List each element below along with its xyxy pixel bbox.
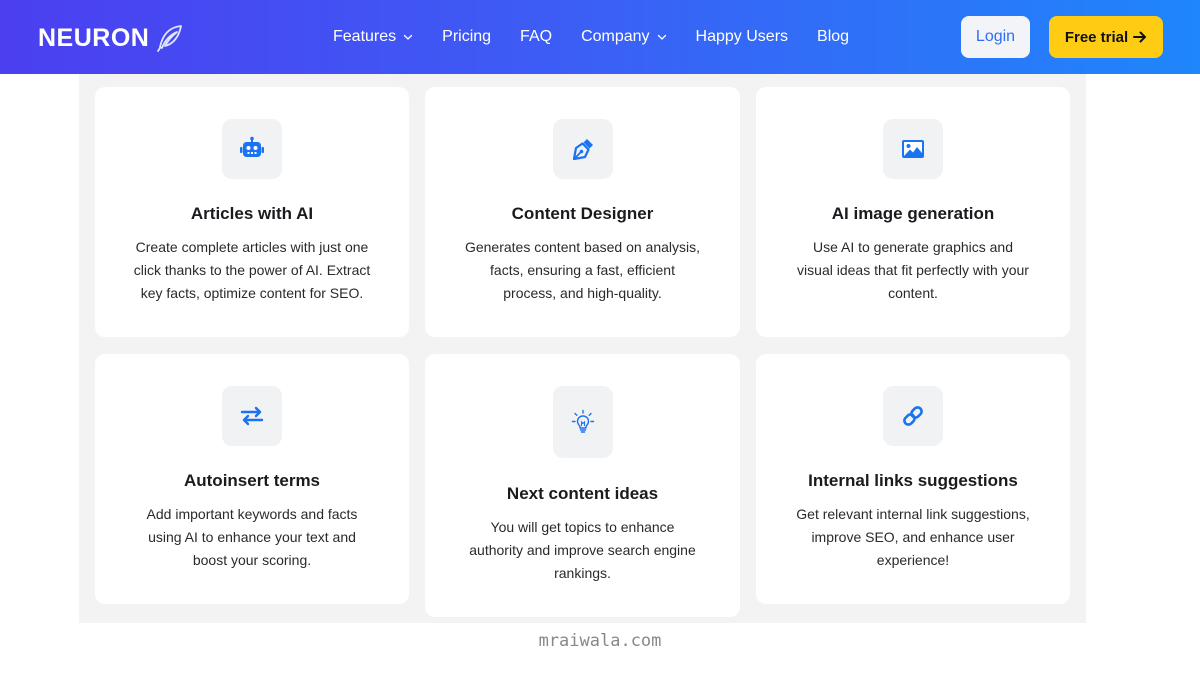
robot-icon: [240, 136, 264, 157]
feature-description: Generates content based on analysis, fac…: [447, 236, 718, 305]
feature-card-articles-with-ai: Articles with AI Create complete article…: [95, 87, 409, 337]
page: NEURON Features Pricing FAQ Company Happ…: [0, 0, 1200, 675]
logo[interactable]: NEURON: [38, 22, 185, 54]
feature-title: Content Designer: [511, 204, 654, 223]
feature-icon-box: [883, 386, 943, 446]
description-line: key facts, optimize content for SEO.: [140, 285, 364, 301]
nav-happy-users-label: Happy Users: [695, 28, 789, 45]
image-icon: [902, 140, 924, 158]
description-line: content.: [888, 285, 938, 301]
logo-text: NEURON: [38, 23, 150, 52]
description-line: Add important keywords and facts: [146, 506, 358, 522]
watermark: mraiwala.com: [538, 631, 662, 651]
description-line: improve SEO, and enhance user: [811, 529, 1015, 545]
feature-icon-box: [222, 119, 282, 179]
feature-title: Internal links suggestions: [808, 471, 1018, 490]
login-button[interactable]: Login: [961, 16, 1030, 58]
description-line: Use AI to generate graphics and: [812, 239, 1014, 255]
feature-title: Next content ideas: [506, 484, 659, 503]
description-line: boost your scoring.: [192, 552, 312, 568]
nav-company[interactable]: Company: [581, 28, 666, 46]
swap-arrows-icon: [240, 406, 264, 426]
description-line: facts, ensuring a fast, efficient: [490, 262, 675, 278]
description-line: You will get topics to enhance: [490, 519, 675, 535]
feature-description: You will get topics to enhance authority…: [447, 516, 718, 585]
pen-nib-icon: [572, 139, 593, 161]
nav-pricing-label: Pricing: [442, 28, 492, 45]
nav-pricing[interactable]: Pricing: [442, 28, 491, 46]
description-line: experience!: [876, 552, 950, 568]
main-nav: Features Pricing FAQ Company Happy Users…: [333, 0, 878, 74]
arrow-right-icon: [1133, 31, 1147, 43]
feather-icon: [157, 25, 183, 52]
nav-faq[interactable]: FAQ: [520, 28, 552, 46]
description-line: click thanks to the power of AI. Extract: [133, 262, 371, 278]
lightbulb-icon: [571, 409, 594, 433]
feature-description: Add important keywords and facts using A…: [117, 503, 387, 572]
feature-card-ai-image-generation: AI image generation Use AI to generate g…: [756, 87, 1070, 337]
nav-blog[interactable]: Blog: [817, 28, 849, 46]
nav-company-label: Company: [581, 28, 650, 45]
feature-card-content-designer: Content Designer Generates content based…: [425, 87, 740, 337]
nav-blog-label: Blog: [817, 28, 850, 45]
feature-title: AI image generation: [831, 204, 995, 223]
description-line: rankings.: [554, 565, 611, 581]
description-line: Get relevant internal link suggestions,: [796, 506, 1030, 522]
chevron-down-icon: [403, 34, 413, 40]
nav-happy-users[interactable]: Happy Users: [696, 28, 788, 46]
feature-description: Get relevant internal link suggestions, …: [778, 503, 1048, 572]
description-line: authority and improve search engine: [469, 542, 696, 558]
nav-faq-label: FAQ: [520, 28, 553, 45]
feature-card-internal-links-suggestions: Internal links suggestions Get relevant …: [756, 354, 1070, 604]
description-line: Create complete articles with just one: [135, 239, 369, 255]
nav-features-label: Features: [333, 28, 397, 45]
feature-description: Use AI to generate graphics and visual i…: [778, 236, 1048, 305]
nav-features[interactable]: Features: [333, 28, 413, 46]
free-trial-button[interactable]: Free trial: [1049, 16, 1163, 58]
feature-icon-box: [552, 119, 613, 179]
features-section: Articles with AI Create complete article…: [79, 74, 1086, 623]
feature-icon-box: [552, 386, 613, 458]
feature-icon-box: [222, 386, 282, 446]
feature-icon-box: [883, 119, 943, 179]
site-header: NEURON Features Pricing FAQ Company Happ…: [0, 0, 1200, 74]
feature-card-autoinsert-terms: Autoinsert terms Add important keywords …: [95, 354, 409, 604]
free-trial-label: Free trial: [1064, 28, 1129, 46]
feature-title: Autoinsert terms: [183, 471, 321, 490]
feature-title: Articles with AI: [190, 204, 314, 223]
feature-description: Create complete articles with just one c…: [117, 236, 387, 305]
description-line: visual ideas that fit perfectly with you…: [797, 262, 1029, 278]
description-line: process, and high-quality.: [503, 285, 662, 301]
description-line: using AI to enhance your text and: [148, 529, 356, 545]
description-line: Generates content based on analysis,: [464, 239, 701, 255]
feature-card-next-content-ideas: Next content ideas You will get topics t…: [425, 354, 740, 617]
link-icon: [903, 406, 923, 426]
chevron-down-icon: [657, 34, 666, 40]
